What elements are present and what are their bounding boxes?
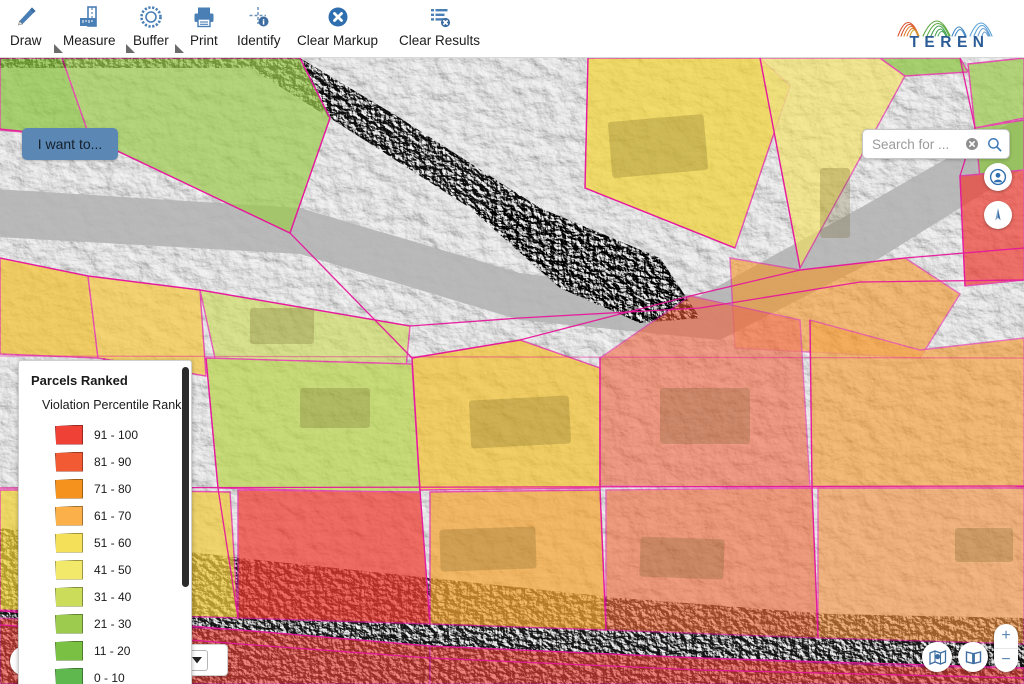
basemap-gallery-icon	[928, 649, 946, 665]
legend-swatch	[55, 532, 83, 553]
clear-x-circle-icon	[325, 2, 351, 32]
legend-item-label: 11 - 20	[94, 643, 131, 658]
bookmark-book-icon	[965, 650, 981, 664]
i-want-to-button[interactable]: I want to...	[22, 128, 118, 160]
legend-swatch	[55, 586, 83, 607]
map-viewport[interactable]: I want to... Search for ... Parcels Rank…	[0, 58, 1024, 684]
i-want-to-label: I want to...	[37, 136, 103, 152]
legend-item-label: 51 - 60	[94, 535, 132, 550]
tool-label: Clear Markup	[297, 33, 379, 48]
legend-item: 0 - 10	[19, 664, 191, 684]
legend-items-list: 91 - 100 81 - 90 71 - 80 61 - 70 51 - 60 41 -…	[19, 421, 191, 684]
buffer-circle-icon	[138, 2, 164, 32]
search-box[interactable]	[862, 129, 1010, 159]
legend-swatch	[55, 613, 83, 634]
identify-crosshair-icon	[246, 2, 272, 32]
legend-title: Parcels Ranked	[31, 373, 128, 388]
tool-draw[interactable]: Draw	[10, 2, 63, 54]
legend-panel[interactable]: Parcels Ranked Violation Percentile Rank…	[18, 360, 192, 684]
tool-buffer[interactable]: Buffer	[133, 2, 184, 54]
compass-button[interactable]	[984, 201, 1012, 229]
tool-label: Measure	[63, 33, 116, 48]
legend-scrollbar[interactable]	[182, 367, 189, 587]
legend-item: 51 - 60	[19, 529, 191, 556]
legend-item-label: 41 - 50	[94, 562, 132, 577]
tool-label: Print	[190, 33, 218, 48]
printer-icon	[191, 2, 217, 32]
tool-label: Draw	[10, 33, 42, 48]
logo-text: TEREN	[909, 34, 990, 51]
clear-search-icon[interactable]	[961, 133, 983, 155]
legend-item: 41 - 50	[19, 556, 191, 583]
dropdown-caret-icon[interactable]	[54, 44, 63, 53]
legend-subtitle: Violation Percentile Rank	[42, 398, 182, 412]
legend-swatch	[55, 451, 83, 472]
locate-me-button[interactable]	[984, 163, 1012, 191]
legend-swatch	[55, 424, 83, 445]
legend-item: 61 - 70	[19, 502, 191, 529]
legend-item-label: 21 - 30	[94, 616, 132, 631]
legend-content: Parcels Ranked Violation Percentile Rank…	[19, 361, 191, 684]
zoom-control: + −	[994, 624, 1018, 672]
legend-item-label: 81 - 90	[94, 454, 132, 469]
legend-item: 91 - 100	[19, 421, 191, 448]
tool-clear-markup[interactable]: Clear Markup	[297, 2, 378, 54]
legend-item-label: 71 - 80	[94, 481, 132, 496]
tool-measure[interactable]: Measure	[63, 2, 135, 54]
tool-identify[interactable]: Identify	[237, 2, 281, 54]
legend-item: 11 - 20	[19, 637, 191, 664]
locate-me-icon	[989, 168, 1007, 186]
legend-swatch	[55, 640, 83, 661]
dropdown-caret-icon[interactable]	[175, 44, 184, 53]
legend-swatch	[55, 505, 83, 526]
legend-item: 31 - 40	[19, 583, 191, 610]
tool-print[interactable]: Print	[190, 2, 218, 54]
basemap-gallery-button[interactable]	[922, 642, 952, 672]
teren-mountain-logo-icon	[897, 20, 993, 37]
legend-item: 71 - 80	[19, 475, 191, 502]
tool-label: Buffer	[133, 33, 169, 48]
zoom-out-button[interactable]: −	[994, 649, 1018, 673]
legend-item-label: 0 - 10	[94, 670, 125, 684]
tool-label: Identify	[237, 33, 281, 48]
legend-item-label: 61 - 70	[94, 508, 132, 523]
map-application: Draw Measure Buffer Print Identify Clear…	[0, 0, 1024, 684]
legend-item: 81 - 90	[19, 448, 191, 475]
legend-swatch	[55, 559, 83, 580]
bookmark-button[interactable]	[958, 642, 988, 672]
pencil-icon	[13, 2, 39, 32]
tool-clear-results[interactable]: Clear Results	[399, 2, 480, 54]
legend-item: 21 - 30	[19, 610, 191, 637]
legend-swatch	[55, 478, 83, 499]
legend-swatch	[55, 667, 83, 684]
tool-label: Clear Results	[399, 33, 481, 48]
search-icon[interactable]	[983, 133, 1005, 155]
clear-results-list-icon	[427, 2, 453, 32]
search-input[interactable]	[863, 135, 961, 153]
ruler-icon	[76, 2, 102, 32]
legend-item-label: 91 - 100	[94, 427, 139, 442]
zoom-in-button[interactable]: +	[994, 624, 1018, 649]
teren-logo: TEREN	[886, 4, 1008, 54]
chevron-down-icon	[192, 656, 203, 663]
legend-item-label: 31 - 40	[94, 589, 132, 604]
top-toolbar: Draw Measure Buffer Print Identify Clear…	[0, 0, 1024, 58]
compass-north-icon	[995, 208, 1001, 221]
